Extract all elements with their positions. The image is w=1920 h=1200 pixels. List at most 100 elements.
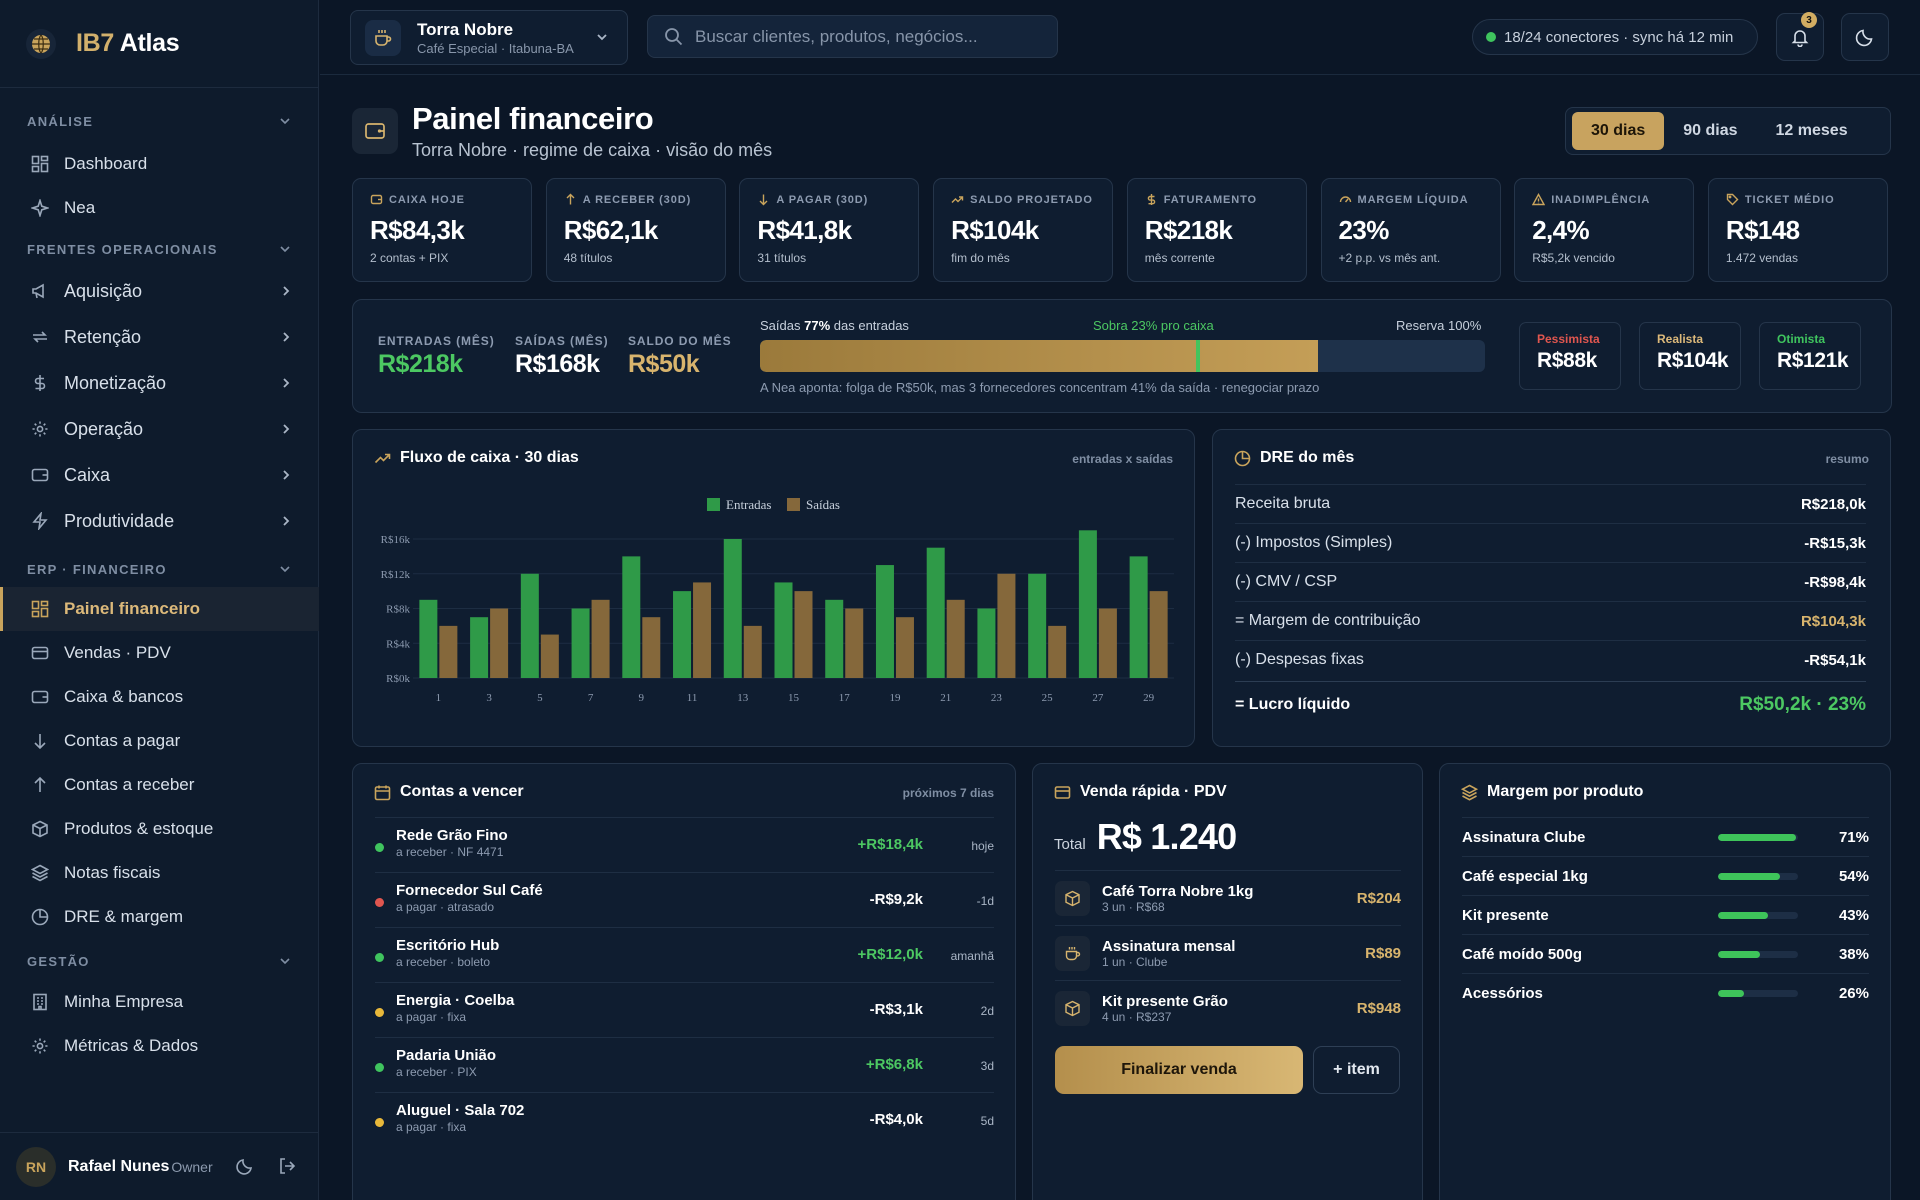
theme-toggle[interactable] [1841,13,1889,61]
section-header-analise[interactable]: ANÁLISE [0,110,319,132]
margin-fill [1718,873,1781,880]
item-sub: 1 un · Clube [1102,955,1168,969]
legend-swatch [707,498,720,511]
layers-icon [1461,784,1478,801]
bar-saidas [1098,608,1117,678]
nav-item-dre-margem[interactable]: DRE & margem [0,895,319,939]
box-icon [1055,881,1090,916]
chevron-down-icon [279,955,291,967]
dre-value: R$218,0k [1800,495,1866,513]
card-icon [30,643,50,663]
list-item[interactable]: Padaria União a receber · PIX +R$6,8k 3d [375,1037,994,1092]
nav-item-retencao[interactable]: Retenção [0,314,319,360]
kpi-card[interactable]: A RECEBER (30D) R$62,1k 48 títulos [545,178,726,282]
search-input[interactable] [695,26,1035,47]
list-item[interactable]: Energia · Coelba a pagar · fixa -R$3,1k … [375,982,994,1037]
item-name: Assinatura mensal [1102,938,1236,955]
period-12-meses[interactable]: 12 meses [1757,112,1867,150]
period-90-dias[interactable]: 90 dias [1664,112,1756,150]
nav-item-metricas-dados[interactable]: Métricas & Dados [0,1024,319,1068]
nav-item-caixa[interactable]: Caixa [0,452,319,498]
nav-item-produtos-estoque[interactable]: Produtos & estoque [0,807,319,851]
nav-item-contas-receber[interactable]: Contas a receber [0,763,319,807]
x-tick-label: 27 [1092,692,1104,704]
kpi-sub: 48 títulos [563,251,613,265]
kpi-card[interactable]: A PAGAR (30D) R$41,8k 31 títulos [739,178,920,282]
nav-item-label: Notas fiscais [64,863,161,882]
bar-label-mid: Sobra 23% pro caixa [1093,318,1214,333]
nav-item-minha-empresa[interactable]: Minha Empresa [0,980,319,1024]
list-item[interactable]: Aluguel · Sala 702 a pagar · fixa -R$4,0… [375,1092,994,1147]
nav-item-dashboard[interactable]: Dashboard [0,142,319,186]
dre-label: = Margem de contribuição [1235,612,1421,629]
list-item[interactable]: Escritório Hub a receber · boleto +R$12,… [375,927,994,982]
section-header-gestao[interactable]: GESTÃO [0,950,319,972]
x-tick-label: 13 [737,692,749,704]
bill-amount: +R$18,4k [857,836,923,853]
item-sub: 4 un · R$237 [1102,1010,1172,1024]
workspace-switcher[interactable]: Torra Nobre Café Especial · Itabuna-BA [350,10,628,65]
section-header-erp[interactable]: ERP · FINANCEIRO [0,558,319,580]
alert-icon [1532,193,1546,206]
nav-item-vendas-pdv[interactable]: Vendas · PDV [0,631,319,675]
workspace-name: Torra Nobre [417,19,514,39]
nav-item-label: DRE & margem [64,907,184,926]
kpi-card[interactable]: MARGEM LÍQUIDA 23% +2 p.p. vs mês ant. [1320,178,1501,282]
sale-item[interactable]: Café Torra Nobre 1kg 3 un · R$68 R$204 [1055,870,1401,925]
notifications-button[interactable]: 3 [1776,12,1824,61]
x-tick-label: 21 [940,692,951,704]
connectors-status[interactable]: 18/24 conectores · sync há 12 min [1472,19,1758,55]
bar-entradas [470,617,489,678]
list-item[interactable]: Fornecedor Sul Café a pagar · atrasado -… [375,872,994,927]
section-header-frentes[interactable]: FRENTES OPERACIONAIS [0,238,319,260]
kpi-label: INADIMPLÊNCIA [1532,193,1693,206]
bar-saidas [693,582,712,678]
moon-icon[interactable] [236,1157,254,1175]
kpi-card[interactable]: TICKET MÉDIO R$148 1.472 vendas [1707,178,1888,282]
kpi-card[interactable]: CAIXA HOJE R$84,3k 2 contas + PIX [352,178,532,282]
dre-label: (-) Impostos (Simples) [1235,534,1393,551]
status-dot [375,1063,384,1072]
list-item[interactable]: Rede Grão Fino a receber · NF 4471 +R$18… [375,817,994,872]
arrow-up-icon [564,193,577,206]
nav-item-notas-fiscais[interactable]: Notas fiscais [0,851,319,895]
nav-item-operacao[interactable]: Operação [0,406,319,452]
dollar-icon [1145,193,1158,206]
add-item-button[interactable]: + item [1313,1046,1400,1094]
scenario-realista[interactable]: Realista R$104k [1639,322,1741,390]
panel-note: resumo [1825,452,1869,466]
saidas-label: SAÍDAS (MÊS) [515,334,609,348]
bar-entradas [622,556,641,678]
nav-item-aquisicao[interactable]: Aquisição [0,268,319,314]
logout-icon[interactable] [278,1157,296,1175]
kpi-card[interactable]: FATURAMENTO R$218k mês corrente [1126,178,1307,282]
kpi-card[interactable]: SALDO PROJETADO R$104k fim do mês [933,178,1114,282]
nav-item-nea[interactable]: Nea [0,186,319,230]
bar-saidas [490,608,509,678]
chevron-right-icon [281,285,291,297]
upcoming-bills-panel: Contas a vencer próximos 7 dias Rede Grã… [352,763,1016,1200]
avatar[interactable]: RN [16,1146,56,1187]
bar-saidas [1048,625,1067,678]
scenario-otimista[interactable]: Otimista R$121k [1759,322,1861,390]
period-30-dias[interactable]: 30 dias [1572,112,1665,150]
margin-bar [1718,951,1798,958]
cashflow-chart-panel: Fluxo de caixa · 30 dias entradas x saíd… [352,429,1195,747]
sale-item[interactable]: Assinatura mensal 1 un · Clube R$89 [1055,925,1401,980]
chevron-down-icon [279,243,291,255]
bar-entradas [419,599,438,678]
breakeven-marker [1196,340,1200,372]
chevron-down-icon [279,563,291,575]
kpi-card[interactable]: INADIMPLÊNCIA 2,4% R$5,2k vencido [1514,178,1695,282]
margin-row: Kit presente 43% [1462,895,1869,934]
nav-item-contas-pagar[interactable]: Contas a pagar [0,719,319,763]
nav-item-label: Retenção [64,326,142,347]
sale-item[interactable]: Kit presente Grão 4 un · R$237 R$948 [1055,980,1401,1035]
nav-item-painel-financeiro[interactable]: Painel financeiro [0,587,319,631]
wallet-icon [352,108,398,154]
nav-item-caixa-bancos[interactable]: Caixa & bancos [0,675,319,719]
nav-item-produtividade[interactable]: Produtividade [0,498,319,544]
scenario-pessimista[interactable]: Pessimista R$88k [1519,322,1621,390]
nav-item-monetizacao[interactable]: Monetização [0,360,319,406]
finalize-sale-button[interactable]: Finalizar venda [1055,1046,1303,1094]
